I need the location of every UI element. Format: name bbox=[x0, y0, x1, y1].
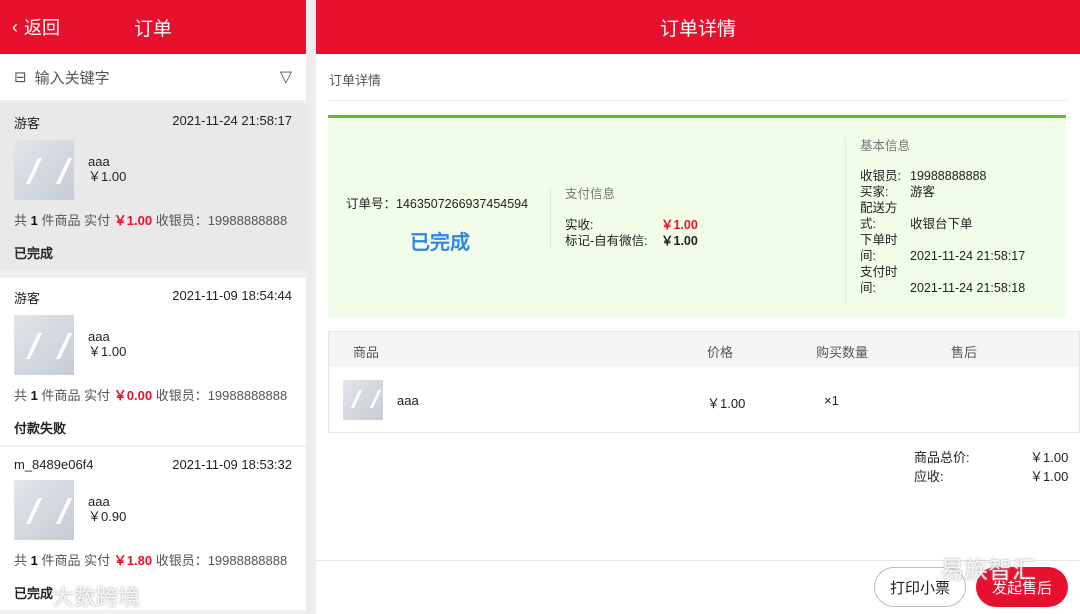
receivable-label: 应收: bbox=[914, 469, 944, 484]
total-value: ￥1.00 bbox=[1030, 450, 1069, 465]
back-label: 返回 bbox=[24, 18, 60, 38]
product-price: ￥1.00 bbox=[707, 396, 746, 411]
cashier: 收银员：19988888888 bbox=[155, 388, 288, 403]
info-value: 游客 bbox=[910, 185, 936, 199]
watermark: 大数跨境 bbox=[52, 585, 141, 610]
info-value: 收银台下单 bbox=[910, 217, 973, 231]
order-summary: 共 1 件商品 实付 ￥1.80 收银员：19988888888 bbox=[14, 550, 292, 569]
divider bbox=[550, 188, 551, 248]
order-number: 订单号：1463507266937454594 bbox=[346, 197, 529, 211]
order-summary: 共 1 件商品 实付 ￥0.00 收银员：19988888888 bbox=[14, 385, 292, 404]
basic-info-title: 基本信息 bbox=[860, 139, 911, 153]
back-button[interactable]: ‹ 返回 bbox=[12, 14, 60, 40]
left-header: ‹ 返回 订单 bbox=[0, 0, 306, 54]
pay-value: ￥1.00 bbox=[661, 218, 698, 232]
product-price: ￥0.90 bbox=[88, 509, 127, 524]
info-label: 收银员: bbox=[860, 169, 901, 183]
order-summary: 共 1 件商品 实付 ￥1.00 收银员：19988888888 bbox=[14, 210, 292, 229]
product-thumbnail bbox=[343, 380, 383, 420]
payment-info-title: 支付信息 bbox=[565, 187, 616, 201]
page-title: 订单详情 bbox=[659, 18, 736, 40]
product-thumbnail bbox=[14, 480, 74, 540]
divider bbox=[845, 138, 846, 303]
header-aftersale: 售后 bbox=[951, 345, 978, 360]
info-label: 配送方式: bbox=[860, 201, 898, 231]
chevron-left-icon: ‹ bbox=[12, 16, 18, 37]
paid-amount: ￥1.00 bbox=[113, 213, 153, 228]
product-name: aaa bbox=[88, 494, 110, 509]
product-thumbnail bbox=[14, 140, 74, 200]
product-quantity: ×1 bbox=[824, 393, 839, 408]
count-suffix: 件商品 实付 bbox=[41, 553, 111, 568]
product-name: aaa bbox=[88, 329, 110, 344]
cashier: 收银员：19988888888 bbox=[155, 553, 288, 568]
order-card[interactable]: m_8489e06f4 2021-11-09 18:53:32 aaa ￥0.90 … bbox=[0, 447, 306, 610]
product-price: ￥1.00 bbox=[88, 344, 127, 359]
item-count: 1 bbox=[30, 553, 38, 568]
product-name: aaa bbox=[397, 393, 419, 408]
product-name: aaa bbox=[88, 154, 110, 169]
receivable-value: ￥1.00 bbox=[1030, 469, 1069, 484]
pay-value: ￥1.00 bbox=[661, 234, 698, 248]
table-row: aaa ￥1.00 ×1 bbox=[329, 367, 1079, 433]
info-label: 买家: bbox=[860, 185, 889, 199]
divider bbox=[329, 100, 1067, 101]
product-thumbnail bbox=[14, 315, 74, 375]
product-table: 商品 价格 购买数量 售后 aaa ￥1.00 ×1 bbox=[328, 331, 1080, 433]
payment-info: 支付信息 实收: ￥1.00 标记-自有微信: ￥1.00 bbox=[565, 186, 698, 249]
info-label: 下单时间: bbox=[860, 233, 898, 263]
order-card[interactable]: 游客 2021-11-09 18:54:44 aaa ￥1.00 共 1 件商品 实… bbox=[0, 278, 306, 445]
header-quantity: 购买数量 bbox=[816, 345, 869, 360]
order-summary-box: 订单号：1463507266937454594 已完成 支付信息 实收: ￥1.0… bbox=[328, 115, 1066, 320]
order-time: 2021-11-24 21:58:17 bbox=[172, 113, 292, 128]
search-bar[interactable]: ⊟ 输入关键字 ▽ bbox=[0, 54, 306, 100]
order-time: 2021-11-09 18:53:32 bbox=[172, 457, 292, 472]
paid-amount: ￥0.00 bbox=[113, 388, 153, 403]
table-header: 商品 价格 购买数量 售后 bbox=[329, 332, 1079, 367]
buyer-name: 游客 bbox=[14, 116, 41, 131]
pay-label: 标记-自有微信: bbox=[565, 234, 648, 248]
watermark: 易族智汇 bbox=[940, 557, 1036, 584]
item-count: 1 bbox=[30, 388, 38, 403]
count-prefix: 共 bbox=[14, 388, 28, 403]
count-prefix: 共 bbox=[14, 213, 28, 228]
order-status: 已完成 bbox=[14, 246, 54, 261]
count-suffix: 件商品 实付 bbox=[41, 388, 111, 403]
info-label: 支付时间: bbox=[860, 265, 898, 295]
totals-values: ￥1.00 ￥1.00 bbox=[1030, 448, 1068, 486]
totals-labels: 商品总价: 应收: bbox=[914, 448, 970, 486]
buyer-name: m_8489e06f4 bbox=[14, 457, 94, 472]
cashier: 收银员：19988888888 bbox=[155, 213, 288, 228]
pay-label: 实收: bbox=[565, 218, 594, 232]
total-label: 商品总价: bbox=[914, 450, 970, 465]
section-title: 订单详情 bbox=[329, 73, 382, 88]
header-price: 价格 bbox=[707, 345, 734, 360]
order-status-label: 已完成 bbox=[410, 232, 470, 254]
info-value: 19988888888 bbox=[910, 169, 987, 183]
search-input[interactable]: 输入关键字 bbox=[35, 67, 110, 88]
info-value: 2021-11-24 21:58:17 bbox=[910, 249, 1026, 263]
right-header: 订单详情 bbox=[316, 0, 1080, 54]
order-status: 付款失败 bbox=[14, 421, 67, 436]
basic-info: 基本信息 收银员: 19988888888 买家: 游客 配送方式: 收银台下单 下单时间:… bbox=[860, 138, 1025, 296]
filter-icon[interactable]: ▽ bbox=[280, 67, 292, 87]
info-value: 2021-11-24 21:58:18 bbox=[910, 281, 1026, 295]
item-count: 1 bbox=[30, 213, 38, 228]
paid-amount: ￥1.80 bbox=[113, 553, 153, 568]
count-prefix: 共 bbox=[14, 553, 28, 568]
buyer-name: 游客 bbox=[14, 291, 41, 306]
order-time: 2021-11-09 18:54:44 bbox=[172, 288, 292, 303]
order-card[interactable]: 游客 2021-11-24 21:58:17 aaa ￥1.00 共 1 件商品 实… bbox=[0, 103, 306, 270]
scan-icon[interactable]: ⊟ bbox=[14, 68, 27, 86]
order-detail-panel: 订单详情 订单号：1463507266937454594 已完成 支付信息 实收… bbox=[316, 54, 1080, 614]
header-product: 商品 bbox=[353, 345, 380, 360]
count-suffix: 件商品 实付 bbox=[41, 213, 111, 228]
product-price: ￥1.00 bbox=[88, 169, 127, 184]
